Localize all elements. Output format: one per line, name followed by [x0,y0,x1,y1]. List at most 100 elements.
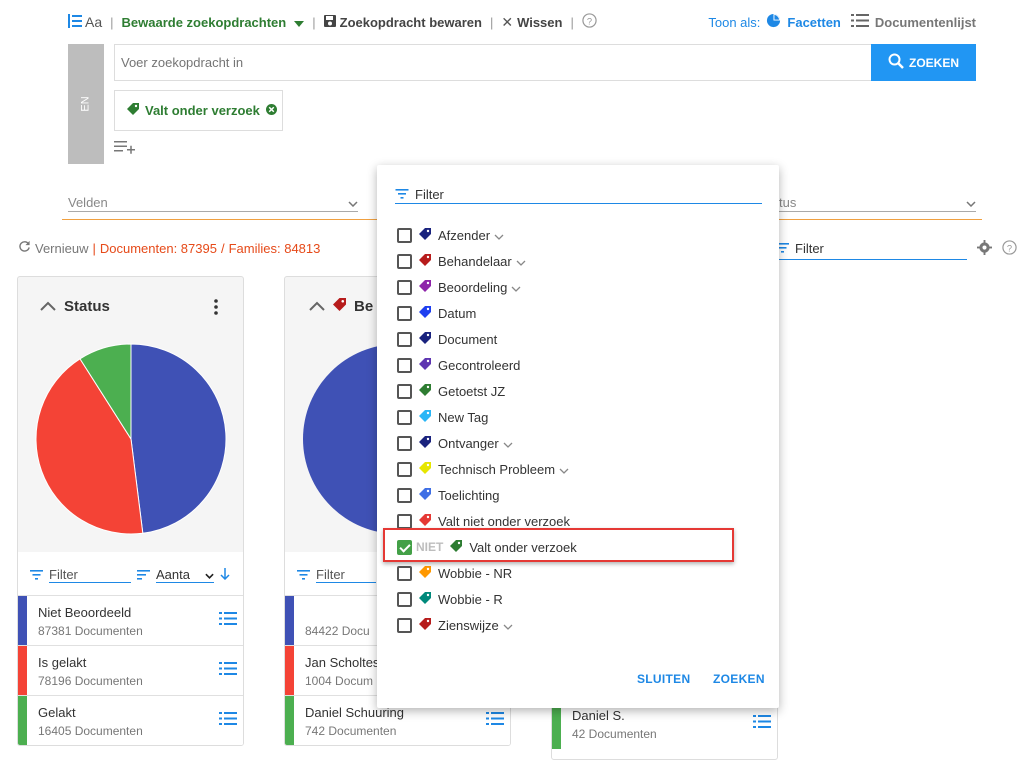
facets-button[interactable]: Facetten [787,15,840,30]
list-detail-icon[interactable] [219,662,237,678]
tag-option[interactable]: Wobbie - NR [397,563,512,583]
checkbox[interactable] [397,253,412,269]
clear-button[interactable]: Wissen [517,15,562,30]
help-icon[interactable]: ? [1002,240,1017,258]
status-select[interactable]: tus [779,190,976,212]
checkbox[interactable] [397,227,412,243]
query-chip[interactable]: Valt onder verzoek [114,90,283,131]
top-toolbar: Aa | Bewaarde zoekopdrachten | Zoekopdra… [68,12,597,32]
checkbox[interactable] [397,617,412,633]
tag-option[interactable]: Wobbie - R [397,589,503,609]
tag-icon [419,383,431,399]
checkbox[interactable] [397,409,412,425]
tag-icon [419,513,431,529]
checkbox[interactable] [397,279,412,295]
document-list-button[interactable]: Documentenlijst [875,15,976,30]
list-item[interactable]: Niet Beoordeeld 87381 Documenten [18,595,243,646]
panel-filter-label: Filter [415,186,444,202]
sort-direction-arrow-icon[interactable] [220,567,230,583]
tag-option-label: Document [438,331,498,347]
color-stripe [285,596,294,646]
tag-option[interactable]: Zienswijze [397,615,513,635]
list-detail-icon[interactable] [219,712,237,728]
checkbox[interactable] [397,487,412,503]
separator: | [92,240,96,256]
list-format-icon[interactable] [68,13,82,31]
settings-gear-icon[interactable] [977,240,992,258]
list-item[interactable]: Gelakt 16405 Documenten [18,695,243,745]
chevron-down-icon[interactable] [503,436,513,451]
tag-option[interactable]: Document [397,329,497,349]
list-detail-icon[interactable] [219,612,237,628]
checkbox[interactable] [397,461,412,477]
caret-down-icon[interactable] [294,15,305,30]
item-count: 1004 Docum [305,674,374,688]
tag-option-label: Getoetst JZ [438,383,506,399]
checkbox[interactable] [397,305,412,321]
chevron-down-icon[interactable] [559,462,569,477]
tag-option-label: Wobbie - NR [438,565,513,581]
facet-filter-input[interactable]: Filter [776,238,967,260]
tag-icon [419,565,431,581]
close-button[interactable]: SLUITEN [637,672,690,686]
search-button[interactable]: ZOEKEN [871,44,976,81]
language-tab[interactable]: EN [68,44,104,164]
refresh-icon[interactable] [18,240,31,256]
chevron-down-icon[interactable] [516,254,526,269]
chevron-down-icon[interactable] [494,228,504,243]
add-row-icon[interactable] [114,140,136,157]
more-options-icon[interactable] [214,299,218,318]
chevron-down-icon[interactable] [503,618,513,633]
pie-chart-icon[interactable] [766,13,781,31]
tag-option-label: Beoordeling [438,279,508,295]
checkbox[interactable] [397,383,412,399]
list-item[interactable]: Is gelakt 78196 Documenten [18,645,243,696]
chevron-down-icon[interactable] [511,280,521,295]
panel-filter-input[interactable]: Filter [395,185,762,204]
tag-option[interactable]: Gecontroleerd [397,355,520,375]
save-search-button[interactable]: Zoekopdracht bewaren [340,15,482,30]
tag-option[interactable]: Technisch Probleem [397,459,569,479]
item-name: Niet Beoordeeld [38,605,132,620]
tag-option[interactable]: Afzender [397,225,504,245]
list-detail-icon[interactable] [753,715,771,731]
card-filter-input[interactable]: Filter [49,567,131,583]
card-filter-input[interactable]: Filter [316,567,376,583]
sort-select[interactable]: Aanta [156,567,214,583]
remove-chip-icon[interactable] [265,103,277,118]
pie-slice[interactable] [130,343,227,534]
collapse-chevron-icon[interactable] [40,298,56,315]
help-icon[interactable]: ? [582,13,597,31]
tag-option[interactable]: Getoetst JZ [397,381,505,401]
list-icon[interactable] [850,14,869,30]
collapse-chevron-icon[interactable] [309,298,325,315]
sort-select-label: Aanta [156,567,190,582]
sort-icon[interactable] [137,568,150,583]
tag-option[interactable]: Ontvanger [397,433,513,453]
tag-option[interactable]: Toelichting [397,485,499,505]
item-count: 78196 Documenten [38,674,143,688]
refresh-button[interactable]: Vernieuw [35,241,88,256]
tag-select-panel: Filter Afzender Behandelaar Beoordeling Dat… [377,165,779,708]
checkbox[interactable] [397,357,412,373]
font-size-button[interactable]: Aa [85,14,102,30]
tag-option[interactable]: Beoordeling [397,277,521,297]
checkbox[interactable] [397,435,412,451]
fields-select[interactable]: Velden [68,190,358,212]
tag-option[interactable]: Datum [397,303,476,323]
tag-option[interactable]: New Tag [397,407,488,427]
search-input[interactable] [114,44,872,81]
list-detail-icon[interactable] [486,712,504,728]
separator: | [570,14,574,30]
tag-option[interactable]: Behandelaar [397,251,526,271]
checkbox[interactable] [397,591,412,607]
panel-search-button[interactable]: ZOEKEN [713,672,765,686]
close-icon[interactable]: ✕ [501,14,513,31]
third-facet-card: Daniel S. 42 Documenten [551,700,778,760]
checkbox[interactable] [397,331,412,347]
checkbox[interactable] [397,513,412,529]
saved-searches-dropdown[interactable]: Bewaarde zoekopdrachten [122,15,287,30]
checkbox[interactable] [397,565,412,581]
save-icon[interactable] [323,14,336,30]
item-name: Gelakt [38,705,76,720]
